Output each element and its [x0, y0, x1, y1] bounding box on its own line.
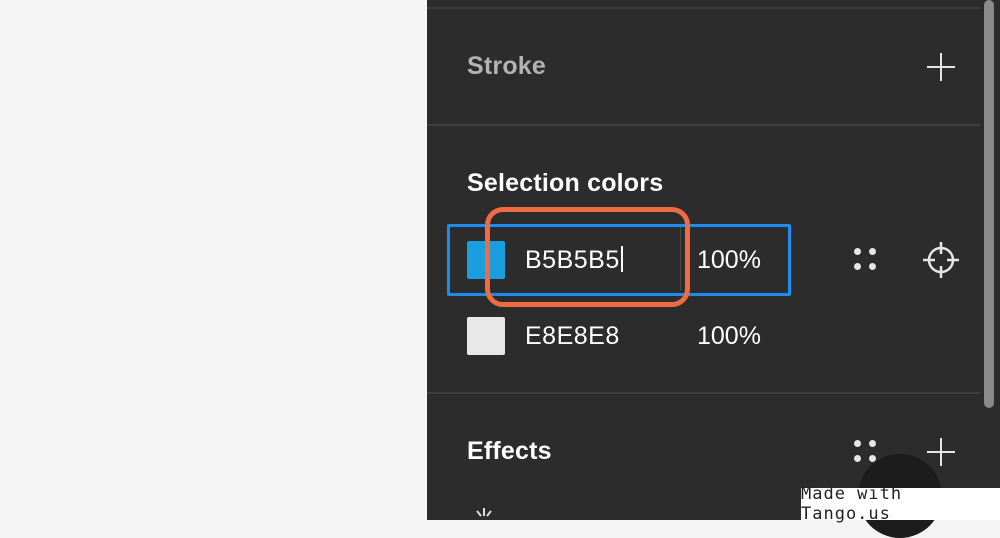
effects-section-title: Effects: [467, 437, 552, 465]
add-effect-plus-icon[interactable]: [927, 438, 955, 466]
stroke-section-title: Stroke: [467, 52, 547, 80]
section-divider: [427, 392, 980, 394]
section-divider: [427, 124, 980, 126]
opacity-input[interactable]: 100%: [697, 322, 761, 351]
hex-input[interactable]: E8E8E8: [525, 322, 620, 351]
design-canvas[interactable]: [0, 0, 427, 520]
tango-watermark: Made with Tango.us: [801, 484, 1000, 524]
effect-styles-icon[interactable]: [854, 440, 878, 464]
add-stroke-plus-icon[interactable]: [927, 53, 955, 81]
style-grid-icon[interactable]: [854, 248, 878, 272]
selection-colors-title: Selection colors: [467, 169, 664, 197]
opacity-input[interactable]: 100%: [697, 246, 761, 275]
selection-color-row-2[interactable]: E8E8E8 100%: [447, 300, 791, 372]
section-divider: [427, 7, 980, 9]
select-matching-layers-icon[interactable]: [921, 240, 961, 280]
step-highlight-box: [485, 207, 690, 307]
panel-scrollbar[interactable]: [984, 0, 994, 408]
sun-icon: [476, 508, 492, 517]
color-swatch[interactable]: [467, 317, 505, 355]
